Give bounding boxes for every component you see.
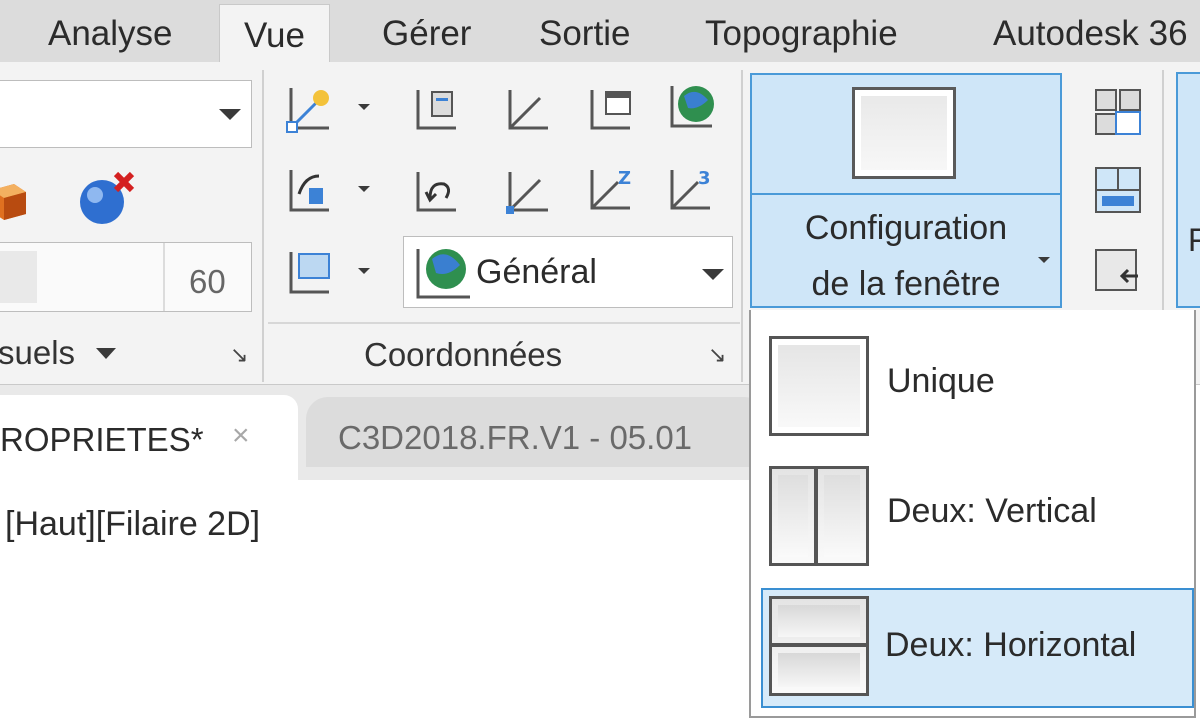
chevron-down-icon xyxy=(358,186,370,192)
chevron-down-icon xyxy=(358,104,370,110)
value-field[interactable]: 60 xyxy=(0,242,252,312)
ucs-named-icon[interactable] xyxy=(414,86,458,130)
document-tab-title: ROPRIETES* xyxy=(0,421,204,458)
window-config-label-line1: Configuration xyxy=(804,209,1008,247)
window-configuration-menu: Unique Deux: Vertical Deux: Horizontal xyxy=(749,310,1196,718)
chevron-down-icon xyxy=(219,109,241,120)
viewport-restore-icon[interactable] xyxy=(1094,248,1138,292)
window-configuration-button[interactable]: Configuration de la fenêtre xyxy=(750,73,1062,308)
ucs-axis-icon[interactable] xyxy=(506,168,550,214)
partial-button-label: F xyxy=(1188,222,1200,258)
chevron-down-icon xyxy=(1038,257,1050,263)
menu-item-unique[interactable]: Unique xyxy=(761,322,1194,442)
single-viewport-icon xyxy=(852,87,956,179)
chevron-down-icon xyxy=(358,268,370,274)
viewport-label[interactable]: [Haut][Filaire 2D] xyxy=(5,505,260,544)
viewport-join-icon[interactable] xyxy=(1094,166,1141,213)
ucs-globe-icon xyxy=(414,245,474,301)
document-tab-title: C3D2018.FR.V1 - 05.01 xyxy=(338,419,693,456)
ucs-dropdown[interactable]: Général xyxy=(403,236,733,308)
ucs-globe-icon[interactable] xyxy=(668,82,714,128)
panel-divider xyxy=(741,70,743,382)
ucs-icon-icon[interactable] xyxy=(285,84,329,133)
tab-autodesk[interactable]: Autodesk 36 xyxy=(993,14,1188,54)
svg-text:Z: Z xyxy=(618,168,631,189)
menu-item-label: Unique xyxy=(887,362,995,400)
panel-launcher-icon[interactable]: ↘ xyxy=(708,342,726,368)
menu-item-label: Deux: Horizontal xyxy=(885,626,1137,664)
window-config-label-line2: de la fenêtre xyxy=(811,265,1001,303)
chevron-down-icon xyxy=(702,269,724,280)
menu-item-two-vertical[interactable]: Deux: Vertical xyxy=(761,452,1194,572)
field-divider xyxy=(163,243,165,311)
panel-title-divider xyxy=(268,322,740,324)
document-tab[interactable]: C3D2018.FR.V1 - 05.01 xyxy=(306,397,766,467)
ucs-dropdown-value: Général xyxy=(476,253,597,291)
document-tabs-bar: ROPRIETES* × C3D2018.FR.V1 - 05.01 xyxy=(0,385,766,480)
panel-title-visual-styles: suels xyxy=(0,334,76,371)
ucs-world-icon[interactable] xyxy=(506,86,550,130)
document-tab-active[interactable]: ROPRIETES* × xyxy=(0,395,298,480)
tab-vue[interactable]: Vue xyxy=(219,4,330,62)
two-horizontal-viewports-icon xyxy=(769,596,869,696)
close-icon[interactable]: × xyxy=(232,419,250,453)
ribbon-tab-bar: Analyse Vue Gérer Sortie Topographie Aut… xyxy=(0,0,1200,63)
partial-ribbon-button[interactable]: F xyxy=(1176,72,1200,308)
viewport-named-icon[interactable] xyxy=(1094,88,1141,135)
menu-item-two-horizontal[interactable]: Deux: Horizontal xyxy=(761,588,1194,708)
two-vertical-viewports-icon xyxy=(769,466,869,566)
tab-sortie[interactable]: Sortie xyxy=(539,14,630,54)
ucs-z-axis-icon[interactable]: Z xyxy=(588,166,632,210)
panel-launcher-icon[interactable]: ↘ xyxy=(230,342,248,368)
value-field-number: 60 xyxy=(189,263,226,300)
ucs-origin-icon[interactable] xyxy=(285,166,329,212)
ucs-icon-properties-icon[interactable] xyxy=(285,248,330,294)
ucs-3point-icon[interactable]: 3 xyxy=(668,166,712,210)
tab-topographie[interactable]: Topographie xyxy=(705,14,898,54)
split-button-divider xyxy=(752,193,1060,195)
chevron-down-icon[interactable] xyxy=(96,348,116,359)
single-viewport-icon xyxy=(769,336,869,436)
tab-analyse[interactable]: Analyse xyxy=(48,14,173,54)
panel-divider xyxy=(262,70,264,382)
menu-item-label: Deux: Vertical xyxy=(887,492,1097,530)
cube-icon[interactable] xyxy=(0,180,30,220)
ucs-view-icon[interactable] xyxy=(588,86,632,130)
material-sphere-icon[interactable] xyxy=(78,170,138,226)
panel-title-coordinates: Coordonnées xyxy=(364,336,563,373)
slider-track xyxy=(0,251,37,303)
visual-style-dropdown[interactable] xyxy=(0,80,252,148)
ucs-previous-icon[interactable] xyxy=(414,168,458,212)
svg-text:3: 3 xyxy=(698,168,711,189)
tab-gerer[interactable]: Gérer xyxy=(382,14,471,54)
